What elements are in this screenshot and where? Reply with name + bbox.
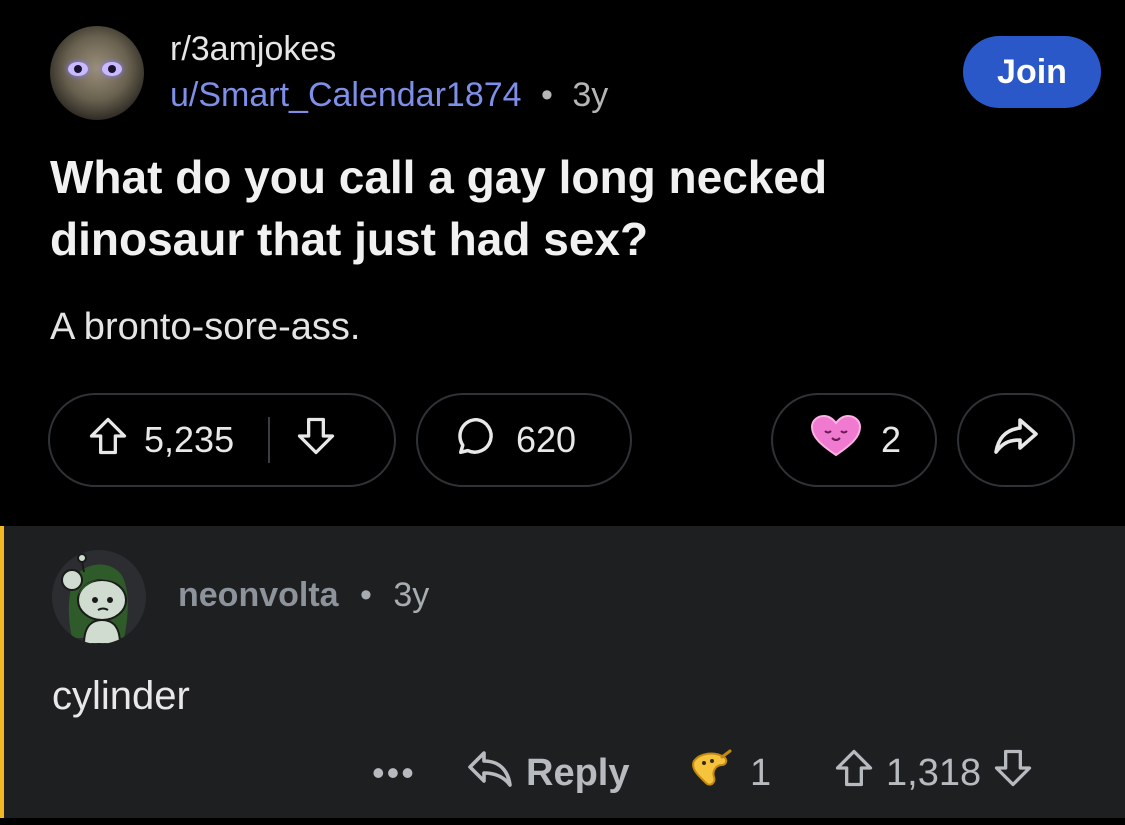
subreddit-name[interactable]: r/3amjokes <box>170 30 336 69</box>
bottom-edge <box>0 818 1125 825</box>
post-meta: u/Smart_Calendar1874 • 3y <box>170 76 608 115</box>
more-options-button[interactable]: ••• <box>372 748 416 798</box>
avatar-eye <box>68 62 88 76</box>
reply-label: Reply <box>526 751 630 794</box>
award-count: 2 <box>881 419 902 460</box>
downvote-icon[interactable] <box>991 746 1035 800</box>
comment-author[interactable]: neonvolta <box>178 576 339 614</box>
comment: neonvolta • 3y cylinder ••• Reply 1 1,31… <box>0 526 1125 825</box>
awards-button[interactable]: 2 <box>771 393 937 487</box>
share-button[interactable] <box>957 393 1075 487</box>
post-body: A bronto-sore-ass. <box>50 306 361 348</box>
avatar-eye <box>102 62 122 76</box>
comment-score: 1,318 <box>886 751 982 794</box>
vote-divider <box>268 417 271 463</box>
comments-button[interactable]: 620 <box>416 393 632 487</box>
upvote-icon[interactable] <box>832 746 876 800</box>
thread-line[interactable] <box>0 526 4 825</box>
post-author[interactable]: u/Smart_Calendar1874 <box>170 76 522 114</box>
comment-text: cylinder <box>52 674 190 718</box>
comment-age: 3y <box>393 576 430 614</box>
downvote-icon[interactable] <box>294 414 338 467</box>
comment-vote-bar: 1,318 <box>832 748 1035 798</box>
comment-icon <box>454 413 500 468</box>
comment-award-button[interactable]: 1 <box>688 748 771 798</box>
vote-bar: 5,235 <box>48 393 396 487</box>
subreddit-avatar[interactable] <box>50 26 144 120</box>
comment-count: 620 <box>516 419 577 460</box>
reply-button[interactable]: Reply <box>466 748 629 798</box>
comment-section: neonvolta • 3y cylinder ••• Reply 1 1,31… <box>0 500 1125 825</box>
banana-award-icon <box>688 745 736 801</box>
post-age: 3y <box>572 76 609 114</box>
meta-separator: • <box>541 76 553 114</box>
post-title[interactable]: What do you call a gay long necked dinos… <box>50 146 1030 270</box>
meta-separator: • <box>360 576 372 614</box>
join-button[interactable]: Join <box>963 36 1101 108</box>
heart-award-icon <box>809 413 863 468</box>
reply-icon <box>466 747 514 799</box>
post-card: r/3amjokes u/Smart_Calendar1874 • 3y Joi… <box>0 0 1125 500</box>
comment-meta: neonvolta • 3y <box>178 576 429 615</box>
comment-award-count: 1 <box>750 751 772 794</box>
upvote-count: 5,235 <box>144 419 235 460</box>
comment-avatar[interactable] <box>52 550 146 644</box>
upvote-icon[interactable] <box>86 414 130 467</box>
share-icon <box>992 414 1040 467</box>
